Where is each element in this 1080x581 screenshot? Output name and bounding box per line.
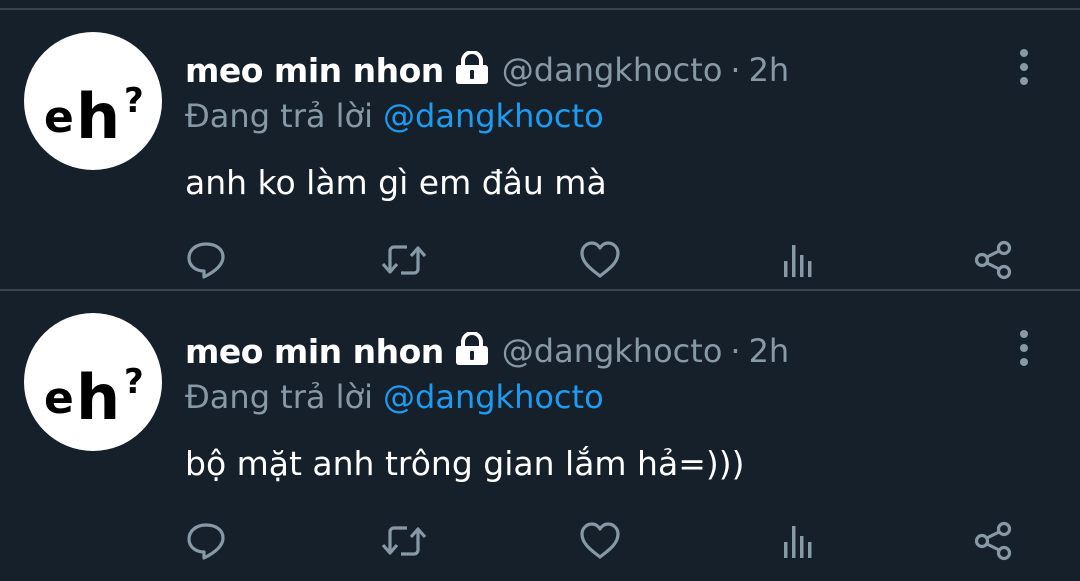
like-icon bbox=[580, 522, 620, 559]
svg-text:?: ? bbox=[124, 81, 144, 121]
tweet[interactable]: e h ? meo min nhon @dangkhocto · 2h Đang… bbox=[0, 10, 1080, 289]
retweet-icon bbox=[381, 245, 427, 275]
reply-button[interactable] bbox=[182, 236, 230, 284]
stats-icon bbox=[784, 245, 812, 277]
user-handle[interactable]: @dangkhocto bbox=[502, 332, 723, 370]
timestamp[interactable]: 2h bbox=[749, 332, 790, 370]
replying-to-line: Đang trả lời @dangkhocto bbox=[185, 371, 604, 423]
stats-button[interactable] bbox=[772, 236, 820, 284]
share-icon bbox=[974, 521, 1012, 561]
reply-icon bbox=[187, 242, 225, 279]
separator-dot: · bbox=[730, 332, 741, 370]
retweet-button[interactable] bbox=[380, 236, 428, 284]
tweet-actions bbox=[0, 228, 1080, 288]
avatar[interactable]: e h ? bbox=[24, 313, 162, 451]
replying-to-label: Đang trả lời bbox=[185, 378, 374, 416]
reply-mention-link[interactable]: @dangkhocto bbox=[383, 378, 604, 416]
share-button[interactable] bbox=[970, 236, 1018, 284]
lock-icon bbox=[454, 331, 490, 370]
display-name[interactable]: meo min nhon bbox=[185, 51, 444, 90]
retweet-icon bbox=[381, 526, 427, 556]
more-vertical-icon[interactable] bbox=[1012, 327, 1036, 371]
separator-dot: · bbox=[730, 51, 741, 89]
like-icon bbox=[580, 241, 620, 278]
reply-icon bbox=[187, 523, 225, 560]
tweet-text: anh ko làm gì em đâu mà bbox=[185, 162, 607, 202]
svg-text:h: h bbox=[76, 80, 120, 153]
svg-text:?: ? bbox=[124, 362, 144, 402]
like-button[interactable] bbox=[576, 517, 624, 565]
stats-icon bbox=[784, 526, 812, 558]
more-vertical-icon[interactable] bbox=[1012, 46, 1036, 90]
svg-text:e: e bbox=[44, 373, 74, 424]
svg-text:h: h bbox=[76, 361, 120, 434]
like-button[interactable] bbox=[576, 236, 624, 284]
reply-mention-link[interactable]: @dangkhocto bbox=[383, 97, 604, 135]
avatar-eh-logo: e h ? bbox=[44, 361, 144, 434]
display-name[interactable]: meo min nhon bbox=[185, 332, 444, 371]
stats-button[interactable] bbox=[772, 517, 820, 565]
reply-button[interactable] bbox=[182, 517, 230, 565]
avatar-eh-logo: e h ? bbox=[44, 80, 144, 153]
lock-icon bbox=[454, 50, 490, 89]
replying-to-line: Đang trả lời @dangkhocto bbox=[185, 90, 604, 142]
share-button[interactable] bbox=[970, 517, 1018, 565]
tweet[interactable]: e h ? meo min nhon @dangkhocto · 2h Đang… bbox=[0, 291, 1080, 570]
replying-to-label: Đang trả lời bbox=[185, 97, 374, 135]
user-handle[interactable]: @dangkhocto bbox=[502, 51, 723, 89]
retweet-button[interactable] bbox=[380, 517, 428, 565]
tweet-text: bộ mặt anh trông gian lắm hả=))) bbox=[185, 443, 745, 483]
share-icon bbox=[974, 240, 1012, 280]
tweet-actions bbox=[0, 509, 1080, 569]
avatar[interactable]: e h ? bbox=[24, 32, 162, 170]
svg-text:e: e bbox=[44, 92, 74, 143]
timestamp[interactable]: 2h bbox=[749, 51, 790, 89]
